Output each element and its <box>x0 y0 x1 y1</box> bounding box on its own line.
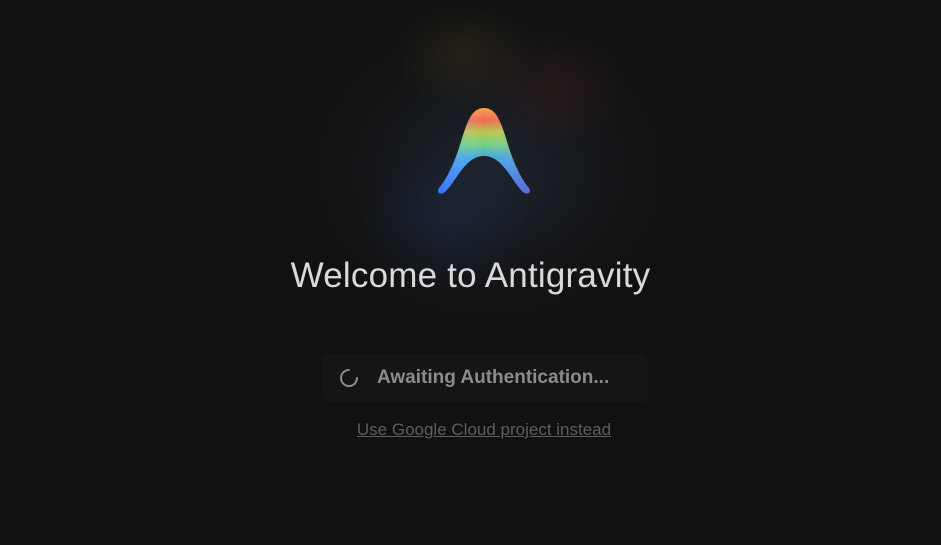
antigravity-logo-icon <box>437 108 531 194</box>
onboarding-window: Welcome to Antigravity Awaiting Authenti… <box>0 0 941 545</box>
welcome-title: Welcome to Antigravity <box>290 256 651 295</box>
use-google-cloud-project-link[interactable]: Use Google Cloud project instead <box>0 420 941 440</box>
background-glow-amber <box>395 0 535 110</box>
authentication-status-box: Awaiting Authentication... <box>322 354 648 402</box>
authentication-status-text: Awaiting Authentication... <box>377 367 610 388</box>
loading-spinner-icon <box>340 369 358 387</box>
